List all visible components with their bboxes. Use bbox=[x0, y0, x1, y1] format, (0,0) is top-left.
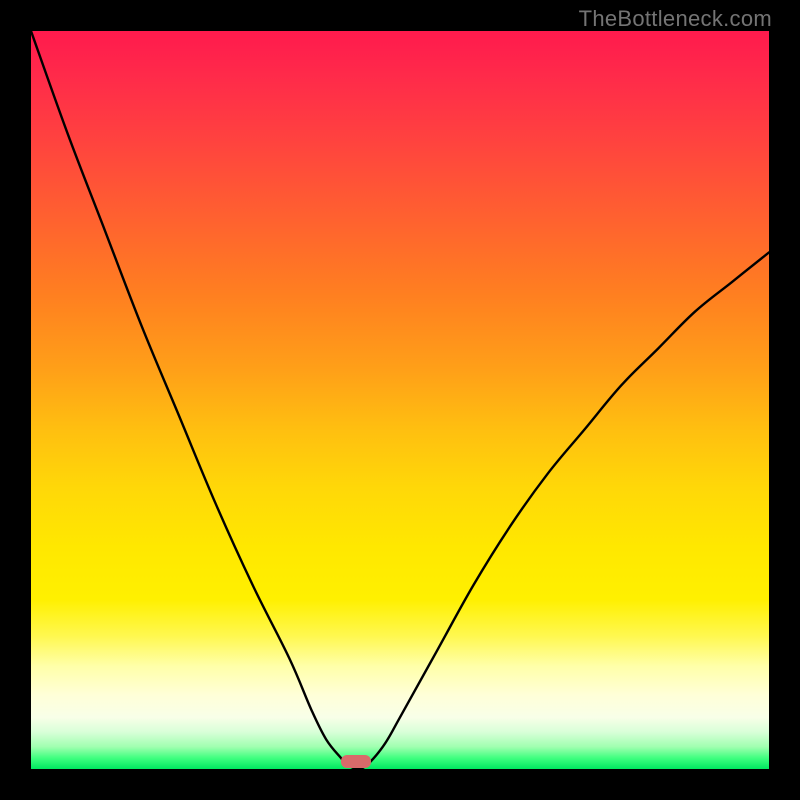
plot-area bbox=[31, 31, 769, 769]
curve-svg bbox=[31, 31, 769, 769]
watermark-text: TheBottleneck.com bbox=[579, 6, 772, 32]
minimum-marker bbox=[341, 755, 371, 768]
chart-frame: TheBottleneck.com bbox=[0, 0, 800, 800]
bottleneck-curve bbox=[31, 31, 769, 769]
